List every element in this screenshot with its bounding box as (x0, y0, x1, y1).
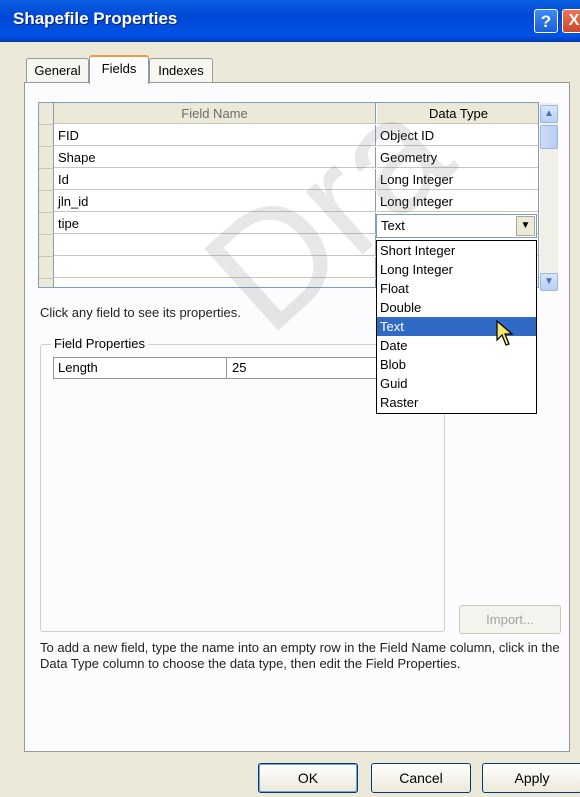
row-selector[interactable] (39, 257, 54, 279)
scroll-up-icon[interactable]: ▲ (540, 105, 558, 123)
help-button[interactable]: ? (534, 9, 558, 33)
row-selector[interactable] (39, 125, 54, 147)
dropdown-option-float[interactable]: Float (377, 279, 536, 298)
cancel-button[interactable]: Cancel (371, 763, 471, 793)
field-properties-table[interactable]: Length 25 (53, 357, 429, 379)
ok-button[interactable]: OK (258, 763, 358, 793)
row-selector[interactable] (39, 191, 54, 213)
table-row[interactable]: FID Object ID (39, 125, 538, 147)
field-name-cell[interactable] (54, 235, 376, 256)
field-name-cell[interactable] (54, 279, 376, 287)
mouse-cursor-icon (496, 320, 514, 346)
field-name-cell[interactable]: tipe (54, 213, 376, 234)
field-properties-legend: Field Properties (51, 336, 149, 351)
property-name-cell: Length (54, 358, 227, 378)
apply-button[interactable]: Apply (482, 763, 580, 793)
scroll-thumb[interactable] (540, 125, 558, 149)
combobox-value: Text (381, 218, 405, 233)
field-name-cell[interactable]: Id (54, 169, 376, 190)
tab-general[interactable]: General (26, 58, 89, 82)
column-header-field-name[interactable]: Field Name (54, 103, 376, 124)
dropdown-option-double[interactable]: Double (377, 298, 536, 317)
table-row[interactable]: Id Long Integer (39, 169, 538, 191)
chevron-down-icon[interactable]: ▼ (516, 216, 535, 236)
field-name-cell[interactable]: jln_id (54, 191, 376, 212)
scroll-down-icon[interactable]: ▼ (540, 273, 558, 291)
table-row[interactable]: Shape Geometry (39, 147, 538, 169)
row-selector[interactable] (39, 169, 54, 191)
data-type-cell[interactable]: Long Integer (377, 169, 538, 190)
field-name-cell[interactable] (54, 257, 376, 278)
data-type-cell[interactable]: Geometry (377, 147, 538, 168)
field-name-cell[interactable]: FID (54, 125, 376, 146)
field-name-cell[interactable]: Shape (54, 147, 376, 168)
title-bar[interactable]: Shapefile Properties ? X (0, 0, 580, 42)
column-header-data-type[interactable]: Data Type (377, 103, 538, 124)
click-field-hint: Click any field to see its properties. (40, 305, 241, 320)
tab-indexes[interactable]: Indexes (149, 58, 213, 82)
data-type-combobox[interactable]: Text ▼ (376, 214, 537, 238)
row-selector[interactable] (39, 213, 54, 235)
row-selector[interactable] (39, 279, 54, 287)
table-row[interactable]: jln_id Long Integer (39, 191, 538, 213)
close-button[interactable]: X (562, 9, 580, 33)
row-selector[interactable] (39, 235, 54, 257)
grid-corner (39, 103, 54, 125)
import-button[interactable]: Import... (459, 605, 561, 634)
data-type-cell[interactable]: Object ID (377, 125, 538, 146)
dropdown-option-short-integer[interactable]: Short Integer (377, 241, 536, 260)
grid-header-row: Field Name Data Type (39, 103, 538, 125)
data-type-cell[interactable]: Long Integer (377, 191, 538, 212)
dropdown-option-guid[interactable]: Guid (377, 374, 536, 393)
window-title: Shapefile Properties (13, 9, 178, 28)
grid-scrollbar[interactable]: ▲ ▼ (540, 103, 558, 291)
dropdown-option-raster[interactable]: Raster (377, 393, 536, 412)
dropdown-option-long-integer[interactable]: Long Integer (377, 260, 536, 279)
dropdown-option-blob[interactable]: Blob (377, 355, 536, 374)
tab-fields[interactable]: Fields (89, 55, 149, 84)
instructions-text: To add a new field, type the name into a… (40, 640, 560, 671)
row-selector[interactable] (39, 147, 54, 169)
